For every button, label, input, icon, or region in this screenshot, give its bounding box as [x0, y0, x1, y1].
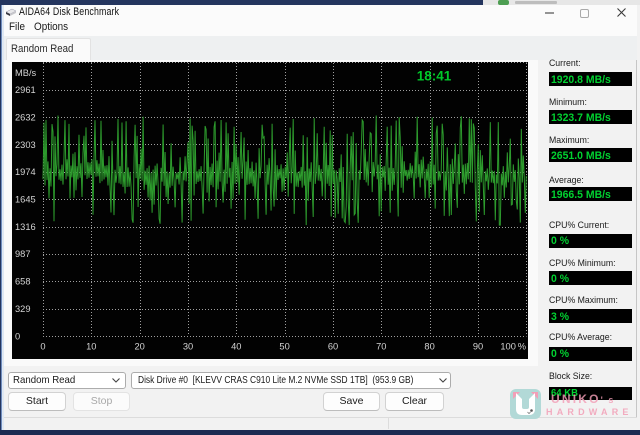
- svg-text:987: 987: [15, 249, 31, 259]
- svg-text:70: 70: [376, 342, 386, 352]
- svg-text:2961: 2961: [15, 85, 36, 95]
- svg-text:329: 329: [15, 304, 31, 314]
- svg-text:90: 90: [473, 342, 483, 352]
- svg-text:30: 30: [183, 342, 193, 352]
- svg-text:MB/s: MB/s: [15, 68, 37, 78]
- svg-text:10: 10: [86, 342, 96, 352]
- svg-text:0: 0: [40, 342, 45, 352]
- svg-text:0: 0: [15, 331, 20, 341]
- svg-text:50: 50: [279, 342, 289, 352]
- svg-text:2632: 2632: [15, 112, 36, 122]
- svg-text:1316: 1316: [15, 222, 36, 232]
- svg-text:80: 80: [424, 342, 434, 352]
- svg-text:40: 40: [231, 342, 241, 352]
- svg-text:2303: 2303: [15, 140, 36, 150]
- svg-text:20: 20: [135, 342, 145, 352]
- svg-text:658: 658: [15, 277, 31, 287]
- svg-text:1645: 1645: [15, 195, 36, 205]
- svg-text:18:41: 18:41: [417, 69, 452, 84]
- svg-text:100 %: 100 %: [500, 342, 526, 352]
- svg-text:60: 60: [328, 342, 338, 352]
- svg-text:1974: 1974: [15, 167, 36, 177]
